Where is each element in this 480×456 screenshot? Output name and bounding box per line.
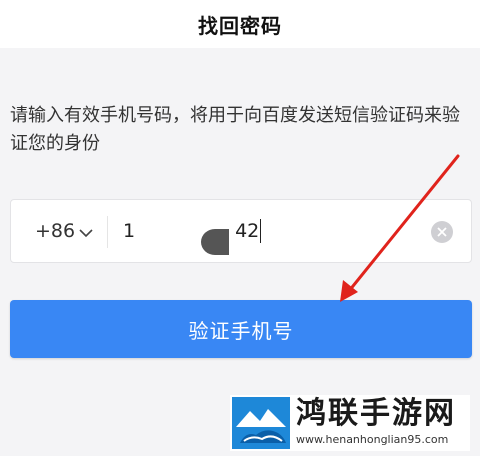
- clear-icon[interactable]: [431, 221, 453, 243]
- site-watermark: 鸿联手游网 www.henanhonglian95.com: [230, 395, 470, 451]
- watermark-logo-icon: [232, 397, 290, 449]
- watermark-name: 鸿联手游网: [296, 396, 456, 431]
- text-cursor: [260, 219, 262, 243]
- country-code-selector[interactable]: +86: [35, 200, 93, 262]
- instruction-text: 请输入有效手机号码，将用于向百度发送短信验证码来验证您的身份: [10, 105, 460, 154]
- phone-number-prefix: 1: [123, 220, 136, 242]
- phone-number-suffix: 42: [235, 220, 260, 242]
- chevron-down-icon: [79, 221, 93, 243]
- top-bar: 找回密码: [0, 0, 480, 48]
- phone-number-input[interactable]: 1 42: [123, 200, 423, 262]
- page-title: 找回密码: [198, 13, 282, 38]
- phone-input-row: +86 1 42: [10, 199, 472, 263]
- verify-phone-button[interactable]: 验证手机号: [10, 300, 472, 358]
- country-code-label: +86: [35, 220, 76, 242]
- watermark-url: www.henanhonglian95.com: [296, 433, 449, 446]
- divider: [107, 216, 108, 248]
- redacted-area: [141, 213, 230, 255]
